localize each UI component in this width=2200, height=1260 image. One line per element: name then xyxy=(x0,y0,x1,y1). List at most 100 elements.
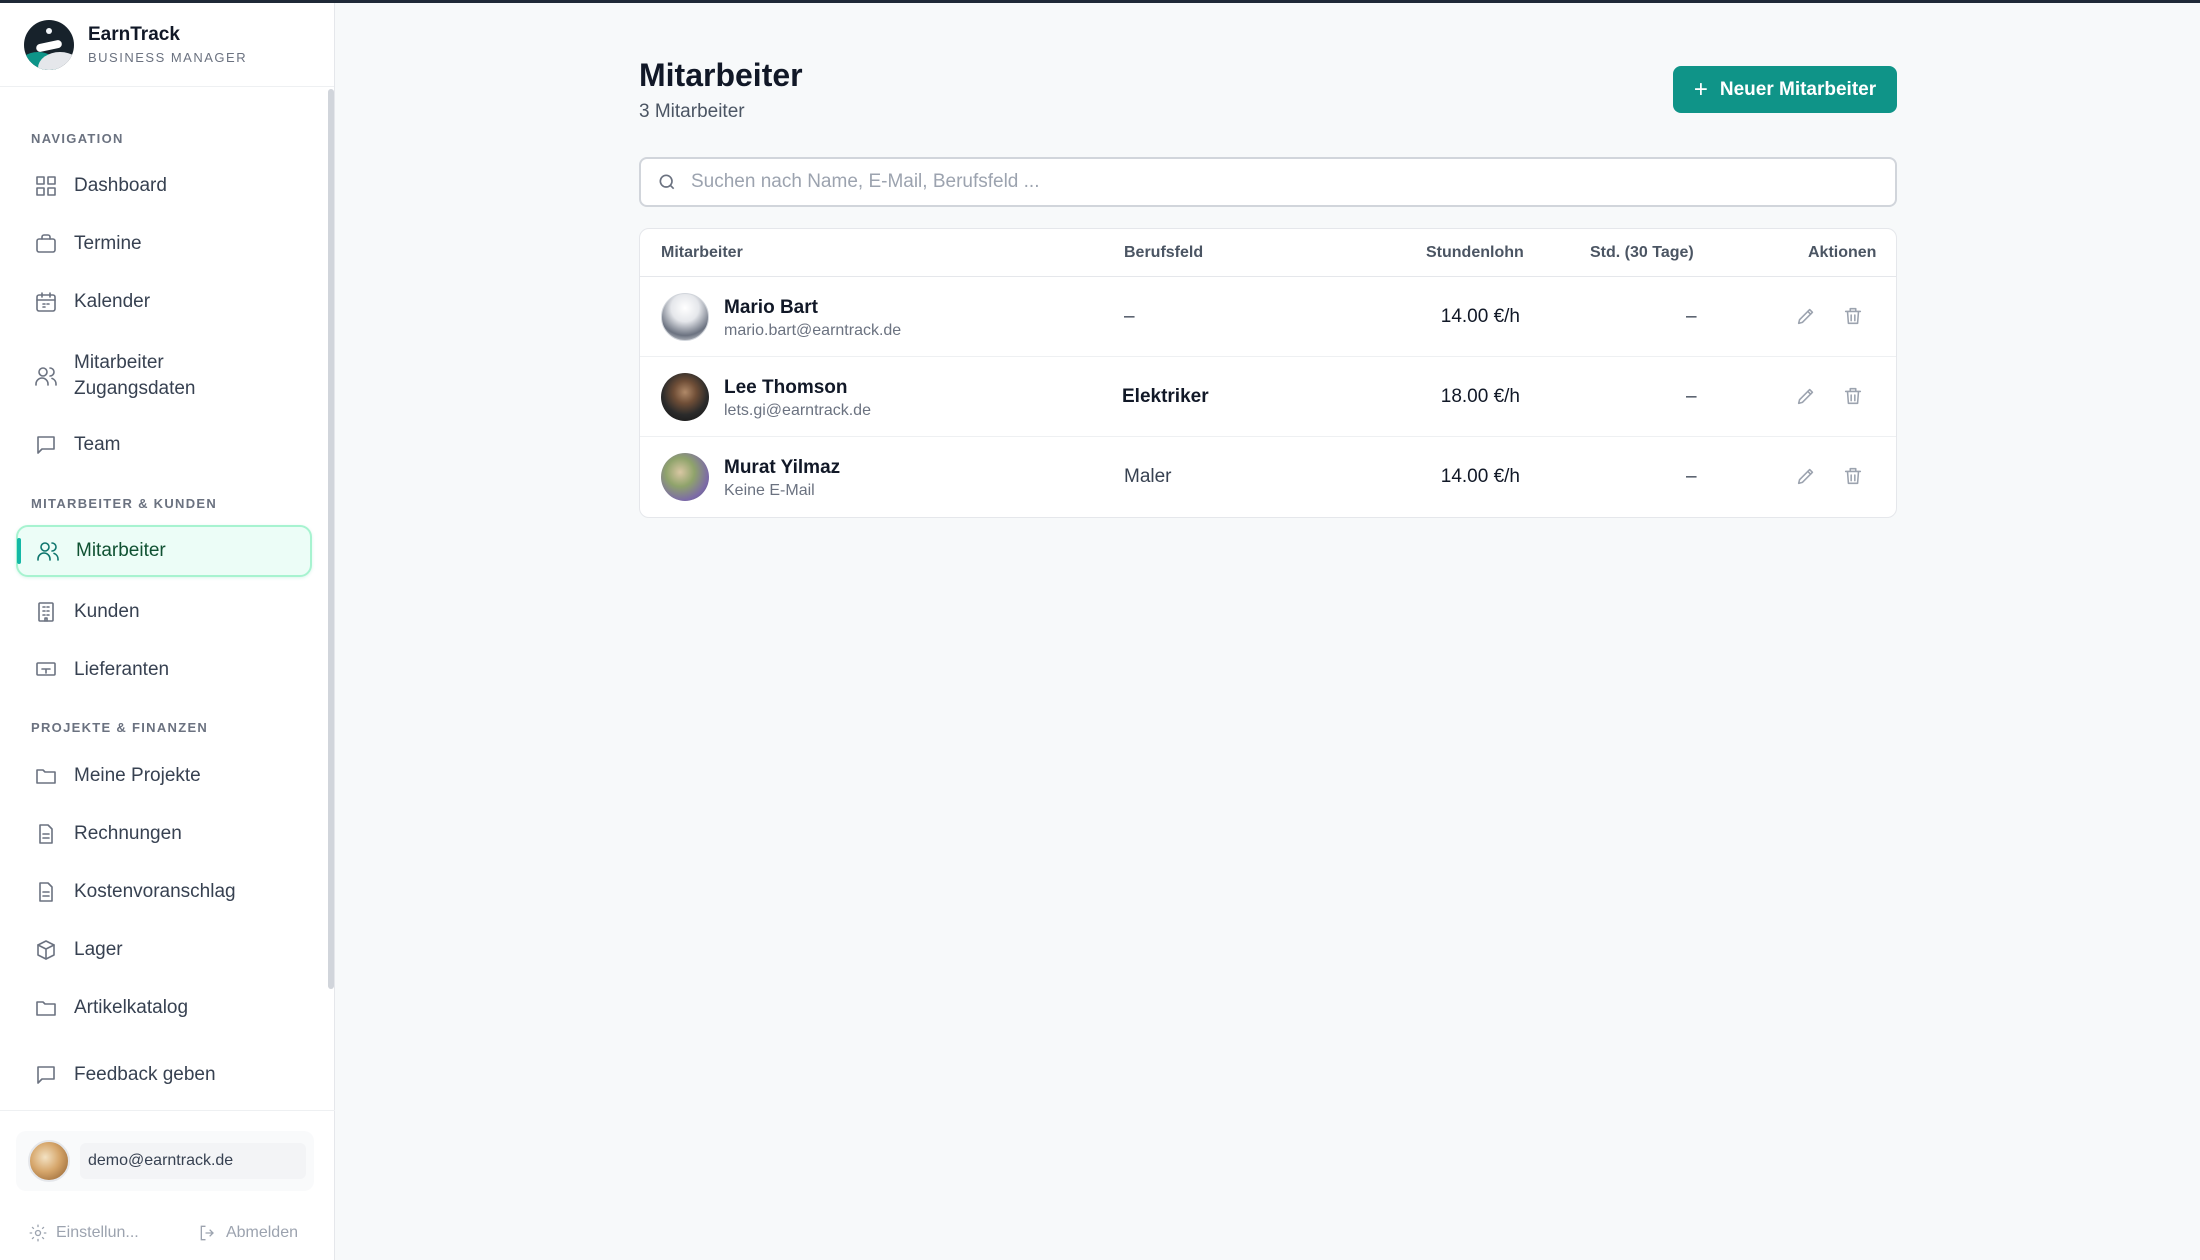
user-card[interactable]: demo@earntrack.de xyxy=(16,1131,314,1191)
earntrack-logo-icon xyxy=(24,19,74,70)
employee-hours: – xyxy=(1686,386,1697,407)
plus-icon: + xyxy=(1693,75,1708,103)
sidebar-item-label: Kunden xyxy=(74,601,140,622)
pencil-icon xyxy=(1797,468,1814,485)
document-icon xyxy=(33,821,59,847)
section-label-mitarbeiter-kunden: MITARBEITER & KUNDEN xyxy=(31,496,218,511)
section-label-navigation: NAVIGATION xyxy=(31,131,124,146)
sidebar-item-mitarbeiter-zugangsdaten[interactable]: Mitarbeiter Zugangsdaten xyxy=(16,341,312,411)
table-row[interactable]: Mario Bart mario.bart@earntrack.de – 14.… xyxy=(640,277,1896,357)
employee-rate: 14.00 €/h xyxy=(1440,306,1520,327)
sidebar-item-label: Lieferanten xyxy=(74,659,170,680)
logout-link[interactable]: Abmelden xyxy=(198,1223,298,1243)
employee-email: Keine E-Mail xyxy=(724,482,815,499)
delete-button[interactable] xyxy=(1842,305,1866,329)
employee-field: – xyxy=(1124,306,1135,327)
calendar-icon xyxy=(33,289,59,315)
employee-name: Mario Bart xyxy=(724,297,818,318)
header-hours: Std. (30 Tage) xyxy=(1590,244,1694,261)
main-content: Mitarbeiter 3 Mitarbeiter + Neuer Mitarb… xyxy=(336,3,2200,1260)
search-box[interactable] xyxy=(639,157,1897,207)
search-input[interactable] xyxy=(691,171,1871,193)
box-icon xyxy=(33,937,59,963)
table-row[interactable]: Lee Thomson lets.gi@earntrack.de Elektri… xyxy=(640,357,1896,437)
search-icon xyxy=(659,174,675,190)
sidebar-item-kunden[interactable]: Kunden xyxy=(16,586,312,638)
avatar xyxy=(661,293,709,341)
section-label-projekte-finanzen: PROJEKTE & FINANZEN xyxy=(31,720,209,735)
header-rate: Stundenlohn xyxy=(1426,244,1524,261)
logout-label: Abmelden xyxy=(225,1224,298,1241)
chat-icon xyxy=(33,1062,59,1088)
delete-button[interactable] xyxy=(1842,465,1866,489)
trash-icon xyxy=(1844,307,1862,325)
employee-name: Murat Yilmaz xyxy=(724,457,841,478)
employee-field: Elektriker xyxy=(1122,386,1209,407)
sidebar-item-artikelkatalog[interactable]: Artikelkatalog xyxy=(16,982,312,1034)
sidebar-item-label: Team xyxy=(74,434,121,455)
avatar xyxy=(661,453,709,501)
employee-rate: 18.00 €/h xyxy=(1440,386,1520,407)
edit-button[interactable] xyxy=(1795,465,1819,489)
sidebar-item-meine-projekte[interactable]: Meine Projekte xyxy=(16,750,312,802)
sidebar-item-rechnungen[interactable]: Rechnungen xyxy=(16,808,312,860)
brand-subtitle: BUSINESS MANAGER xyxy=(88,50,248,65)
brand-header[interactable]: EarnTrack BUSINESS MANAGER xyxy=(0,3,334,87)
sidebar-item-label: Lager xyxy=(74,939,123,960)
sidebar-item-label: Termine xyxy=(74,233,142,254)
users-icon xyxy=(33,363,59,389)
sidebar-item-mitarbeiter[interactable]: Mitarbeiter xyxy=(16,525,312,577)
sidebar-item-label: Mitarbeiter Zugangsdaten xyxy=(74,352,196,399)
employee-hours: – xyxy=(1686,306,1697,327)
sidebar-item-team[interactable]: Team xyxy=(16,419,312,471)
settings-link[interactable]: Einstellun... xyxy=(28,1223,139,1243)
sidebar-item-label: Rechnungen xyxy=(74,823,182,844)
employee-email: lets.gi@earntrack.de xyxy=(724,402,871,419)
new-employee-button[interactable]: + Neuer Mitarbeiter xyxy=(1673,66,1897,113)
sidebar-item-lieferanten[interactable]: Lieferanten xyxy=(16,644,312,696)
user-email: demo@earntrack.de xyxy=(80,1143,306,1179)
table-row[interactable]: Murat Yilmaz Keine E-Mail Maler 14.00 €/… xyxy=(640,437,1896,517)
pencil-icon xyxy=(1797,308,1814,325)
table-header: Mitarbeiter Berufsfeld Stundenlohn Std. … xyxy=(640,229,1896,277)
header-employee: Mitarbeiter xyxy=(661,244,743,261)
pencil-icon xyxy=(1797,388,1814,405)
document-icon xyxy=(33,879,59,905)
sidebar-item-label: Kostenvoranschlag xyxy=(74,881,236,902)
employee-rate: 14.00 €/h xyxy=(1440,466,1520,487)
sidebar-item-label: Feedback geben xyxy=(74,1064,216,1085)
sidebar-item-label: Meine Projekte xyxy=(74,765,201,786)
employee-hours: – xyxy=(1686,466,1697,487)
sidebar-item-feedback[interactable]: Feedback geben xyxy=(16,1049,312,1101)
avatar xyxy=(28,1140,70,1182)
sidebar-item-label: Artikelkatalog xyxy=(74,997,189,1018)
new-employee-label: Neuer Mitarbeiter xyxy=(1719,78,1877,100)
sidebar-scrollbar[interactable] xyxy=(328,89,334,989)
header-field: Berufsfeld xyxy=(1124,244,1204,261)
sidebar-item-label: Kalender xyxy=(74,291,151,312)
briefcase-icon xyxy=(33,231,59,257)
folder-icon xyxy=(33,763,59,789)
settings-label: Einstellun... xyxy=(56,1224,139,1241)
truck-icon xyxy=(33,657,59,683)
sidebar-item-termine[interactable]: Termine xyxy=(16,218,312,270)
brand-name: EarnTrack xyxy=(88,24,180,45)
grid-icon xyxy=(33,173,59,199)
avatar xyxy=(661,373,709,421)
header-actions: Aktionen xyxy=(1808,244,1877,261)
folder-icon xyxy=(33,995,59,1021)
edit-button[interactable] xyxy=(1795,385,1819,409)
chat-icon xyxy=(33,432,59,458)
sidebar-item-dashboard[interactable]: Dashboard xyxy=(16,160,312,212)
sidebar-item-kalender[interactable]: Kalender xyxy=(16,276,312,328)
sidebar-item-kostenvoranschlag[interactable]: Kostenvoranschlag xyxy=(16,866,312,918)
delete-button[interactable] xyxy=(1842,385,1866,409)
employee-email: mario.bart@earntrack.de xyxy=(724,322,902,339)
sidebar-item-label: Dashboard xyxy=(74,175,167,196)
page-subtitle: 3 Mitarbeiter xyxy=(639,101,745,122)
edit-button[interactable] xyxy=(1795,305,1819,329)
trash-icon xyxy=(1844,387,1862,405)
logout-icon xyxy=(200,1225,214,1241)
sidebar-footer: demo@earntrack.de Einstellun... Abmelden xyxy=(0,1110,335,1260)
sidebar-item-lager[interactable]: Lager xyxy=(16,924,312,976)
